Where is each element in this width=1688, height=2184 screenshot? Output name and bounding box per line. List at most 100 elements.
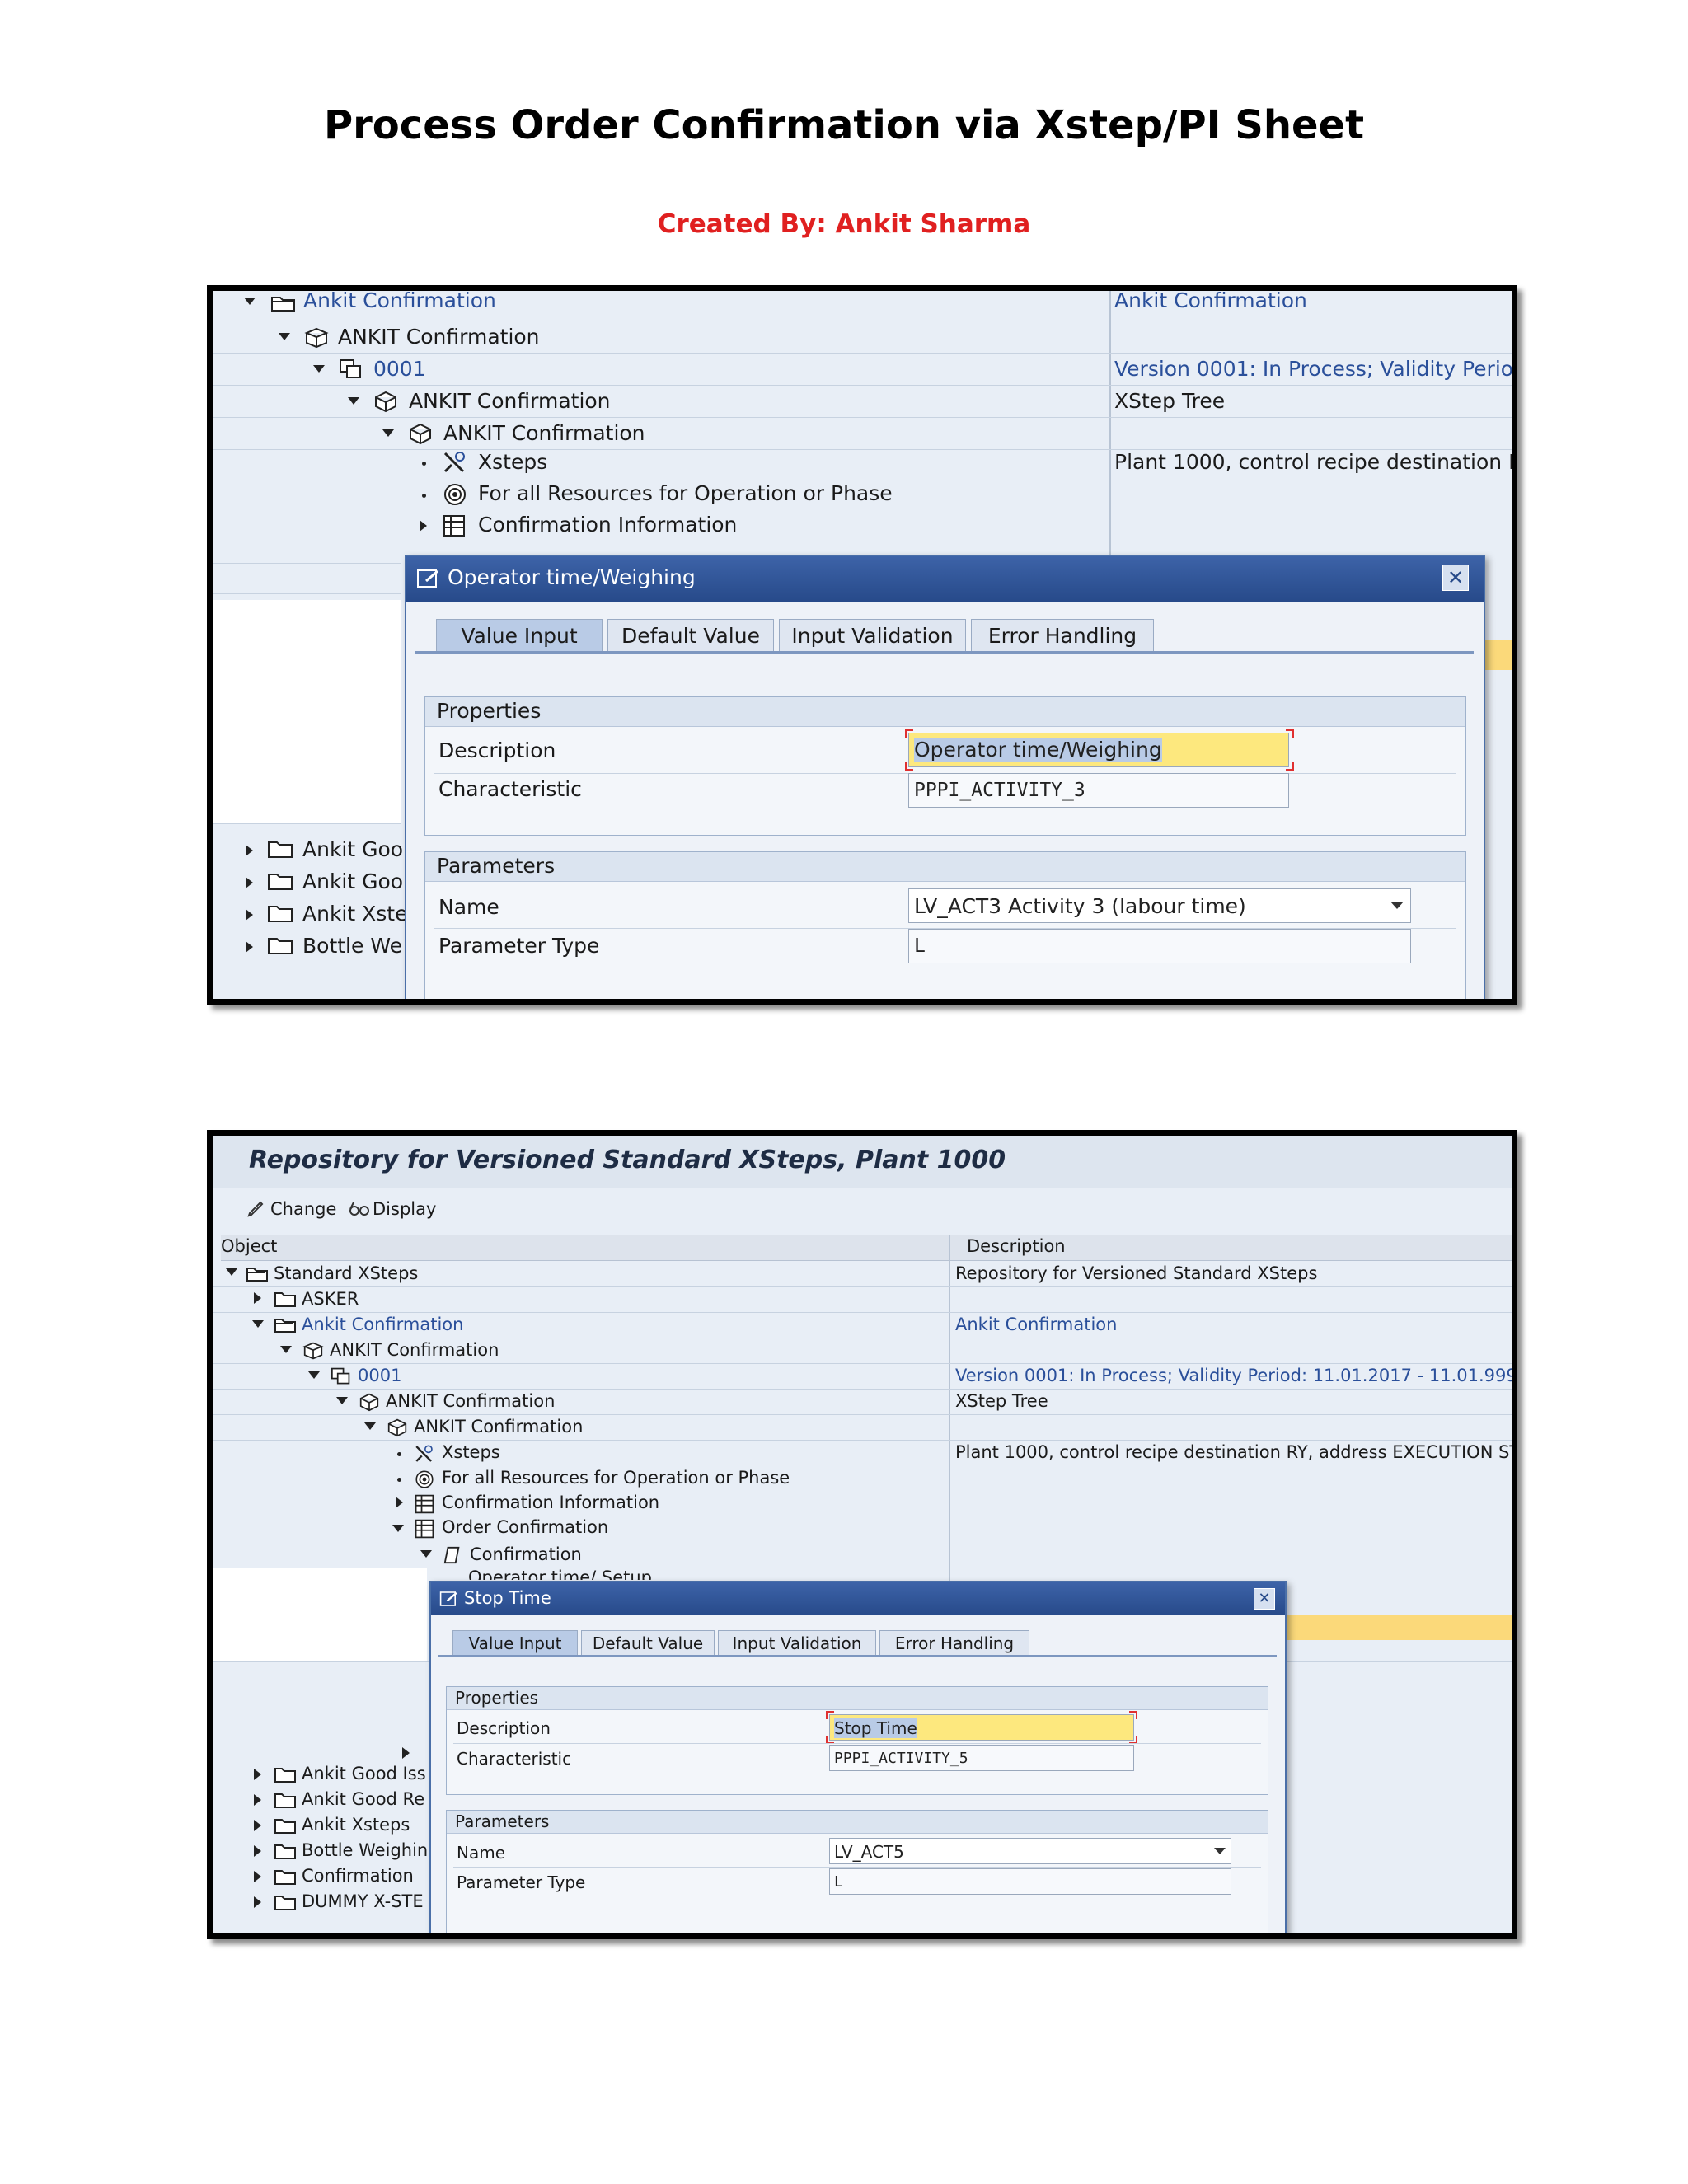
stop-time-dialog: Stop Time ✕ Value Input Default Value In…	[429, 1581, 1287, 1933]
tree-item-label[interactable]: Xsteps	[442, 1442, 500, 1462]
tree-item-desc: Ankit Confirmation	[955, 1315, 1118, 1334]
characteristic-label: Characteristic	[438, 777, 582, 801]
tree-item-label[interactable]: Confirmation Information	[442, 1493, 659, 1512]
glasses-icon	[349, 1202, 369, 1216]
parameter-type-label: Parameter Type	[438, 934, 600, 958]
tab-input-validation[interactable]: Input Validation	[779, 619, 966, 652]
tree-item-label[interactable]: Bottle Weighin	[302, 1840, 428, 1860]
folder-icon	[268, 874, 293, 890]
name-label: Name	[438, 895, 499, 919]
name-label: Name	[457, 1843, 506, 1863]
standard-xstep-icon	[304, 327, 329, 349]
description-label: Description	[457, 1718, 551, 1738]
tree-item-desc: Ankit Confirmation	[1114, 288, 1307, 312]
tree-item-label[interactable]: Confirmation	[302, 1866, 414, 1886]
change-button[interactable]: Change	[270, 1199, 336, 1219]
tree-item-label[interactable]: ANKIT Confirmation	[443, 421, 645, 445]
version-icon	[331, 1367, 350, 1385]
tree-item-desc: XStep Tree	[1114, 389, 1226, 413]
tab-default-value[interactable]: Default Value	[581, 1630, 715, 1656]
tree-item-label[interactable]: Ankit Good Iss	[302, 1764, 426, 1783]
tree-item-label[interactable]: For all Resources for Operation or Phase	[442, 1468, 790, 1488]
tab-default-value[interactable]: Default Value	[607, 619, 774, 652]
xstep-cube-icon	[410, 423, 431, 445]
close-button[interactable]: ✕	[1442, 565, 1469, 591]
folder-open-icon	[246, 1268, 268, 1282]
tree-item-label[interactable]: Confirmation Information	[478, 513, 737, 537]
document-author: Created By: Ankit Sharma	[657, 209, 1031, 239]
column-header-description[interactable]: Description	[967, 1236, 1066, 1256]
tree-item-label[interactable]: Ankit Xsteps	[302, 1815, 410, 1835]
tree-item-desc: Repository for Versioned Standard XSteps	[955, 1263, 1318, 1283]
name-select[interactable]: LV_ACT5	[829, 1838, 1231, 1864]
name-select[interactable]: LV_ACT3 Activity 3 (labour time)	[908, 888, 1411, 923]
standard-xstep-icon	[302, 1342, 324, 1360]
screenshot-repository-stop-time-dialog: Repository for Versioned Standard XSteps…	[207, 1130, 1517, 1939]
edit-window-icon	[417, 569, 438, 588]
tree-item-label[interactable]: Ankit Goo	[302, 837, 403, 861]
tree-item-label[interactable]: ANKIT Confirmation	[414, 1417, 583, 1436]
table-icon	[443, 515, 465, 537]
tree-item-label[interactable]: Operator time/ Setup	[468, 1569, 652, 1580]
tree-item-label[interactable]: ASKER	[302, 1289, 359, 1309]
folder-icon	[274, 1768, 296, 1783]
pencil-icon	[247, 1201, 264, 1217]
characteristic-label: Characteristic	[457, 1749, 572, 1769]
tree-item-label[interactable]: Bottle We	[302, 934, 402, 958]
parameter-type-field[interactable]: L	[829, 1868, 1231, 1895]
tree-item-label[interactable]: Ankit Confirmation	[302, 1315, 463, 1334]
edit-window-icon	[439, 1591, 457, 1606]
tree-item-label[interactable]: ANKIT Confirmation	[409, 389, 611, 413]
operator-time-dialog: Operator time/Weighing ✕ Value Input Def…	[405, 555, 1485, 999]
properties-group: Properties Description Stop Time Charact…	[446, 1686, 1268, 1795]
description-field[interactable]: Stop Time	[829, 1714, 1134, 1741]
close-button[interactable]: ✕	[1254, 1588, 1275, 1610]
xstep-cube-icon	[359, 1393, 379, 1412]
parameter-type-field[interactable]: L	[908, 929, 1411, 963]
table-icon	[415, 1519, 434, 1539]
resources-target-icon	[444, 484, 466, 505]
tree-item-label[interactable]: Standard XSteps	[274, 1263, 418, 1283]
characteristic-field[interactable]: PPPI_ACTIVITY_5	[829, 1745, 1134, 1771]
tree-item-label[interactable]: DUMMY X-STE	[302, 1891, 424, 1911]
tree-item-label[interactable]: Order Confirmation	[442, 1517, 608, 1537]
tab-error-handling[interactable]: Error Handling	[879, 1630, 1029, 1656]
tree-item-desc: Plant 1000, control recipe destination R…	[955, 1442, 1517, 1462]
tree-item-label[interactable]: ANKIT Confirmation	[330, 1340, 499, 1360]
tree-item-desc: Version 0001: In Process; Validity Perio…	[1114, 357, 1517, 381]
xstep-cube-icon	[375, 391, 396, 413]
tree-item-label[interactable]: ANKIT Confirmation	[338, 325, 540, 349]
chevron-down-icon[interactable]	[1390, 902, 1404, 909]
properties-group: Properties Description Operator time/Wei…	[424, 696, 1466, 836]
folder-icon	[274, 1793, 296, 1808]
tree-item-label[interactable]: Ankit Confirmation	[303, 291, 496, 312]
tree-item-label[interactable]: For all Resources for Operation or Phase	[478, 481, 893, 505]
description-field[interactable]: Operator time/Weighing	[908, 733, 1289, 767]
folder-open-icon	[271, 297, 295, 312]
folder-icon	[274, 1819, 296, 1834]
tab-value-input[interactable]: Value Input	[452, 1630, 578, 1656]
screen-title: Repository for Versioned Standard XSteps…	[249, 1146, 1006, 1174]
tab-input-validation[interactable]: Input Validation	[718, 1630, 876, 1656]
tree-item-label[interactable]: 0001	[373, 357, 426, 381]
tab-value-input[interactable]: Value Input	[436, 619, 603, 652]
tree-item-label[interactable]: Ankit Xste	[302, 902, 407, 926]
characteristic-field[interactable]: PPPI_ACTIVITY_3	[908, 773, 1289, 808]
chevron-down-icon[interactable]	[1214, 1848, 1226, 1854]
tree-item-label[interactable]: Ankit Goo	[302, 869, 403, 893]
tree-item-label[interactable]: ANKIT Confirmation	[386, 1391, 555, 1411]
display-button[interactable]: Display	[373, 1199, 436, 1219]
column-header-object[interactable]: Object	[221, 1236, 277, 1256]
tab-error-handling[interactable]: Error Handling	[971, 619, 1154, 652]
tree-item-label[interactable]: Xsteps	[478, 450, 547, 474]
tree-item-label[interactable]: Confirmation	[470, 1544, 582, 1564]
screenshot-xstep-tree-operator-dialog: Ankit Confirmation Ankit Confirmation AN…	[207, 285, 1517, 1005]
parameters-group: Parameters Name LV_ACT5 Parameter Type L	[446, 1810, 1268, 1933]
description-label: Description	[438, 738, 556, 762]
document-title: Process Order Confirmation via Xstep/PI …	[323, 102, 1365, 148]
parameter-type-label: Parameter Type	[457, 1872, 586, 1892]
folder-open-icon	[274, 1319, 296, 1333]
folder-icon	[268, 938, 293, 954]
tree-item-label[interactable]: 0001	[358, 1366, 401, 1385]
tree-item-label[interactable]: Ankit Good Re	[302, 1789, 424, 1809]
